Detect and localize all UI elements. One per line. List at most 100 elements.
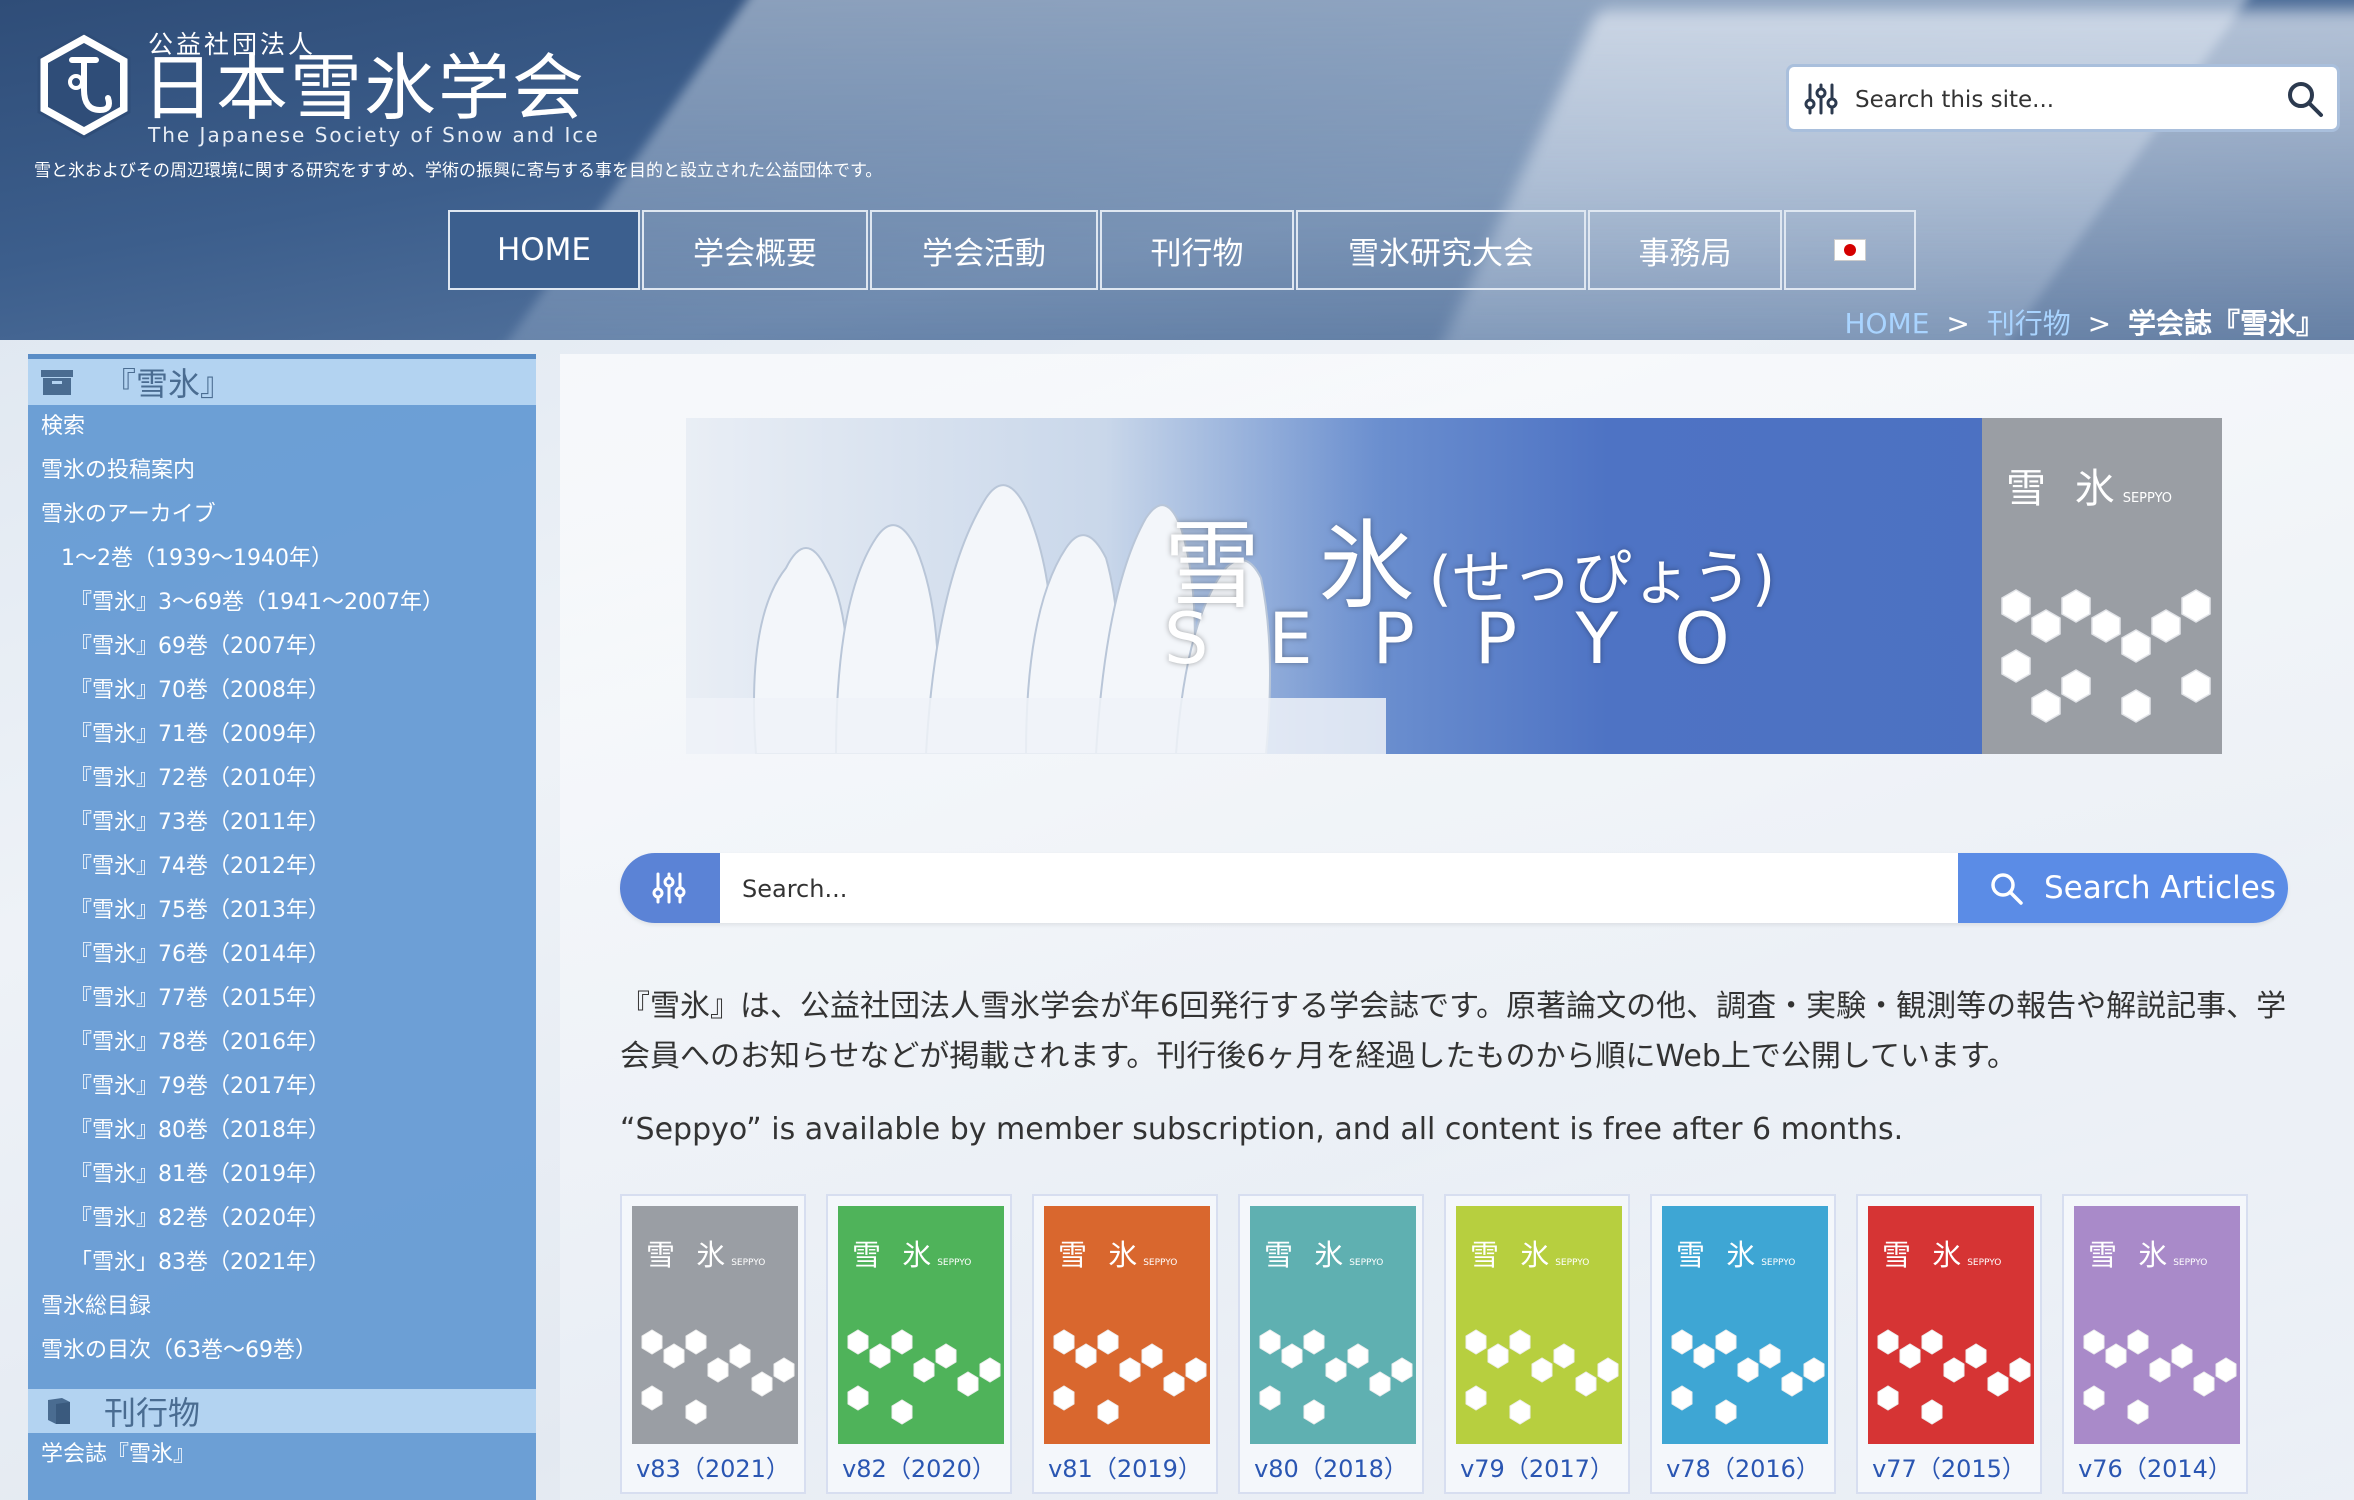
nav-publications[interactable]: 刊行物 xyxy=(1100,210,1294,290)
article-search-input[interactable] xyxy=(740,865,1944,913)
breadcrumb-home[interactable]: HOME xyxy=(1844,307,1929,340)
filter-sliders-icon xyxy=(652,872,686,904)
sidebar-item-vol83[interactable]: 「雪氷」83巻（2021年） xyxy=(28,1241,536,1285)
sidebar-item-search[interactable]: 検索 xyxy=(28,405,536,449)
cover-label[interactable]: v83（2021） xyxy=(622,1449,804,1484)
cover-title-sub: SEPPYO xyxy=(731,1258,766,1268)
nav-activities[interactable]: 学会活動 xyxy=(870,210,1098,290)
filter-sliders-icon[interactable] xyxy=(1803,81,1839,117)
hexagon-pattern-icon xyxy=(1465,1329,1619,1425)
nav-conference[interactable]: 雪氷研究大会 xyxy=(1296,210,1586,290)
site-tagline: 雪と氷およびその周辺環境に関する研究をすすめ、学術の振興に寄与する事を目的と設立… xyxy=(34,161,883,181)
cover-title-kanji: 雪 氷 xyxy=(1470,1238,1556,1272)
cover-card-v81[interactable]: 雪 氷SEPPYO v81（2019） xyxy=(1032,1194,1218,1494)
sidebar: 『雪氷』 検索 雪氷の投稿案内 雪氷のアーカイブ 1〜2巻（1939〜1940年… xyxy=(28,354,536,1500)
hexagon-pattern-icon xyxy=(1259,1329,1413,1425)
sidebar-item-vol82[interactable]: 『雪氷』82巻（2020年） xyxy=(28,1197,536,1241)
search-icon xyxy=(1991,873,2023,905)
cover-title-kanji: 雪 氷 xyxy=(1264,1238,1350,1272)
cover-label[interactable]: v77（2015） xyxy=(1858,1449,2040,1484)
cover-label[interactable]: v76（2014） xyxy=(2064,1449,2246,1484)
cover-image: 雪 氷SEPPYO xyxy=(1868,1206,2034,1444)
sidebar-heading-seppyo: 『雪氷』 xyxy=(28,354,536,405)
search-icon[interactable] xyxy=(2285,79,2325,119)
sidebar-item-vol69[interactable]: 『雪氷』69巻（2007年） xyxy=(28,625,536,669)
cover-title: 雪 氷SEPPYO xyxy=(2006,456,2172,514)
cover-image: 雪 氷SEPPYO xyxy=(632,1206,798,1444)
cover-title-kanji: 雪 氷 xyxy=(646,1238,732,1272)
cover-title: 雪 氷SEPPYO xyxy=(646,1232,765,1274)
cover-card-v77[interactable]: 雪 氷SEPPYO v77（2015） xyxy=(1856,1194,2042,1494)
sidebar-item-toc[interactable]: 雪氷の目次（63巻〜69巻） xyxy=(28,1329,536,1373)
society-logo-icon[interactable] xyxy=(34,30,134,140)
cover-image: 雪 氷SEPPYO xyxy=(1662,1206,1828,1444)
article-search-bar: Search Articles xyxy=(620,853,2288,923)
cover-title-kanji: 雪 氷 xyxy=(1882,1238,1968,1272)
cover-card-v78[interactable]: 雪 氷SEPPYO v78（2016） xyxy=(1650,1194,1836,1494)
seppyo-banner: 雪 氷(せっぴょう) SEPPYO 雪 氷SEPPYO xyxy=(686,418,2222,754)
hexagon-pattern-icon xyxy=(2001,589,2211,723)
site-search-input[interactable] xyxy=(1853,77,2257,123)
sidebar-item-vol79[interactable]: 『雪氷』79巻（2017年） xyxy=(28,1065,536,1109)
sidebar-item-submission[interactable]: 雪氷の投稿案内 xyxy=(28,449,536,493)
cover-title-kanji: 雪 氷 xyxy=(2088,1238,2174,1272)
search-articles-button[interactable]: Search Articles xyxy=(1958,853,2288,923)
cover-image: 雪 氷SEPPYO xyxy=(838,1206,1004,1444)
cover-card-v76[interactable]: 雪 氷SEPPYO v76（2014） xyxy=(2062,1194,2248,1494)
hexagon-pattern-icon xyxy=(2083,1329,2237,1425)
sidebar-item-vol73[interactable]: 『雪氷』73巻（2011年） xyxy=(28,801,536,845)
hexagon-pattern-icon xyxy=(1877,1329,2031,1425)
book-icon xyxy=(48,1398,70,1424)
sidebar-item-vol78[interactable]: 『雪氷』78巻（2016年） xyxy=(28,1021,536,1065)
article-filter-button[interactable] xyxy=(620,853,720,923)
description-english: “Seppyo” is available by member subscrip… xyxy=(620,1112,1904,1147)
hexagon-pattern-icon xyxy=(641,1329,795,1425)
cover-card-v79[interactable]: 雪 氷SEPPYO v79（2017） xyxy=(1444,1194,1630,1494)
cover-gallery: 雪 氷SEPPYO v83（2021） 雪 氷SEPPYO v82（2020） … xyxy=(620,1194,2248,1494)
description-japanese: 『雪氷』は、公益社団法人雪氷学会が年6回発行する学会誌です。原著論文の他、調査・… xyxy=(620,989,2287,1074)
sidebar-item-vol71[interactable]: 『雪氷』71巻（2009年） xyxy=(28,713,536,757)
cover-title-sub: SEPPYO xyxy=(2173,1258,2208,1268)
cover-card-v82[interactable]: 雪 氷SEPPYO v82（2020） xyxy=(826,1194,1012,1494)
sidebar-item-journal[interactable]: 学会誌『雪氷』 xyxy=(28,1433,536,1477)
sidebar-item-vol75[interactable]: 『雪氷』75巻（2013年） xyxy=(28,889,536,933)
sidebar-item-vol1-2[interactable]: 1〜2巻（1939〜1940年） xyxy=(28,537,536,581)
nav-home[interactable]: HOME xyxy=(448,210,640,290)
sidebar-item-vol72[interactable]: 『雪氷』72巻（2010年） xyxy=(28,757,536,801)
cover-title-sub: SEPPYO xyxy=(1967,1258,2002,1268)
cover-label[interactable]: v80（2018） xyxy=(1240,1449,1422,1484)
sidebar-item-vol74[interactable]: 『雪氷』74巻（2012年） xyxy=(28,845,536,889)
sidebar-item-vol80[interactable]: 『雪氷』80巻（2018年） xyxy=(28,1109,536,1153)
sidebar-item-vol76[interactable]: 『雪氷』76巻（2014年） xyxy=(28,933,536,977)
cover-title: 雪 氷SEPPYO xyxy=(1058,1232,1177,1274)
site-logo-english: The Japanese Society of Snow and Ice xyxy=(148,123,600,147)
japan-flag-icon xyxy=(1834,239,1866,261)
sidebar-item-archive[interactable]: 雪氷のアーカイブ xyxy=(28,493,536,537)
sidebar-item-index[interactable]: 雪氷総目録 xyxy=(28,1285,536,1329)
cover-title-kanji: 雪 氷 xyxy=(1676,1238,1762,1272)
banner-cover-image: 雪 氷SEPPYO xyxy=(1982,418,2222,754)
cover-card-v80[interactable]: 雪 氷SEPPYO v80（2018） xyxy=(1238,1194,1424,1494)
cover-title-sub: SEPPYO xyxy=(1349,1258,1384,1268)
sidebar-heading-publications: 刊行物 xyxy=(28,1389,536,1433)
cover-label[interactable]: v81（2019） xyxy=(1034,1449,1216,1484)
nav-office[interactable]: 事務局 xyxy=(1588,210,1782,290)
cover-label[interactable]: v82（2020） xyxy=(828,1449,1010,1484)
site-logo-text[interactable]: 日本雪氷学会 xyxy=(142,48,586,128)
sidebar-item-vol77[interactable]: 『雪氷』77巻（2015年） xyxy=(28,977,536,1021)
cover-card-v83[interactable]: 雪 氷SEPPYO v83（2021） xyxy=(620,1194,806,1494)
cover-label[interactable]: v78（2016） xyxy=(1652,1449,1834,1484)
sidebar-item-vol81[interactable]: 『雪氷』81巻（2019年） xyxy=(28,1153,536,1197)
cover-title-kanji: 雪 氷 xyxy=(852,1238,938,1272)
cover-title-sub: SEPPYO xyxy=(1555,1258,1590,1268)
breadcrumb: HOME > 刊行物 > 学会誌『雪氷』 xyxy=(1844,302,2324,340)
nav-language[interactable] xyxy=(1784,210,1916,290)
nav-about[interactable]: 学会概要 xyxy=(642,210,868,290)
sidebar-item-vol3-69[interactable]: 『雪氷』3〜69巻（1941〜2007年） xyxy=(28,581,536,625)
sidebar-heading-label: 刊行物 xyxy=(104,1394,201,1432)
sidebar-item-vol70[interactable]: 『雪氷』70巻（2008年） xyxy=(28,669,536,713)
hexagon-pattern-icon xyxy=(1053,1329,1207,1425)
cover-title: 雪 氷SEPPYO xyxy=(1882,1232,2001,1274)
breadcrumb-publications[interactable]: 刊行物 xyxy=(1987,307,2071,340)
cover-label[interactable]: v79（2017） xyxy=(1446,1449,1628,1484)
